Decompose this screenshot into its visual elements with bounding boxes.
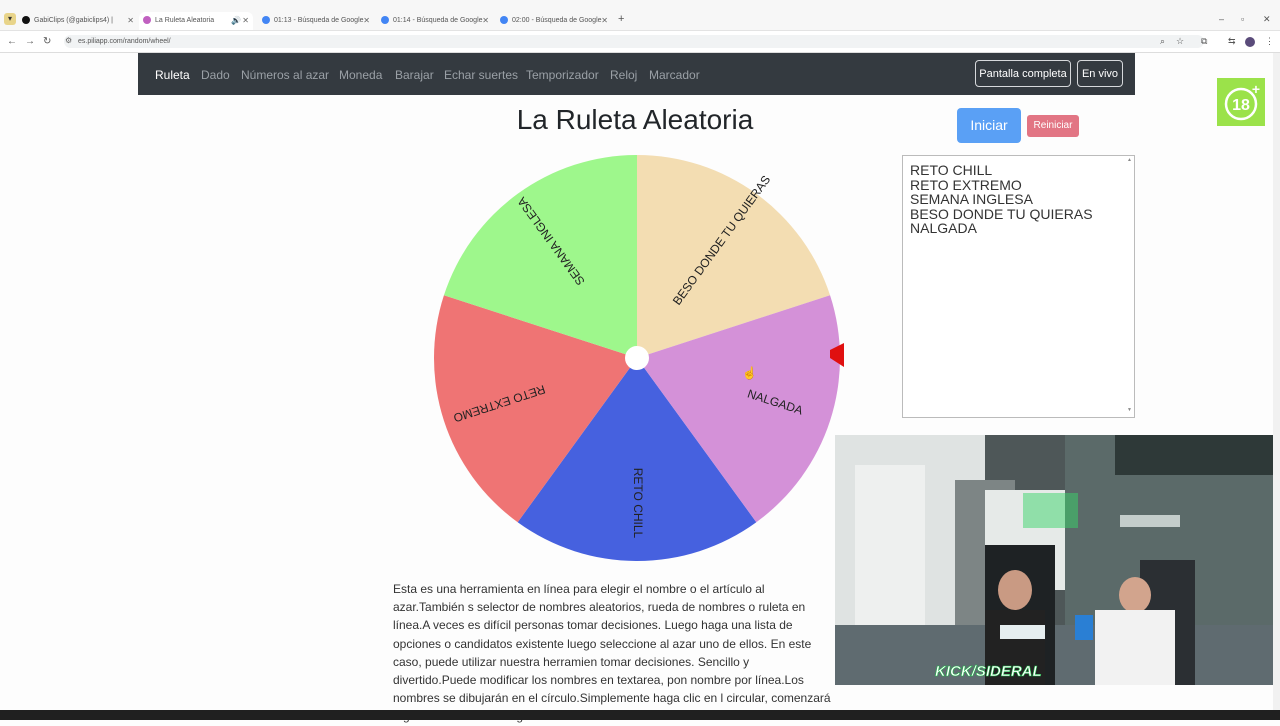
wheel-segment-label: RETO CHILL <box>631 468 645 539</box>
webcam-scene <box>835 435 1280 685</box>
close-icon[interactable]: ✕ <box>482 12 489 29</box>
tab-label: 02:00 - Búsqueda de Google <box>512 17 602 24</box>
nav-barajar[interactable]: Barajar <box>395 68 434 82</box>
tab-ruleta[interactable]: La Ruleta Aleatoria 🔊 ✕ <box>139 12 253 30</box>
svg-text:+: + <box>1252 81 1260 97</box>
close-icon[interactable]: ✕ <box>127 12 134 29</box>
description-text: Esta es una herramienta en línea para el… <box>393 582 831 723</box>
tab-label: 01:14 - Búsqueda de Google <box>393 17 483 24</box>
age-badge: 18 + <box>1217 78 1265 126</box>
nav-marcador[interactable]: Marcador <box>649 68 700 82</box>
nav-reloj[interactable]: Reloj <box>610 68 637 82</box>
taskbar-strip <box>0 710 1280 720</box>
age-18-icon: 18 + <box>1224 81 1260 121</box>
nav-echar-suertes[interactable]: Echar suertes <box>444 68 518 82</box>
age-badge-text: 18 <box>1232 97 1250 114</box>
forward-icon[interactable]: → <box>25 36 35 47</box>
textarea-scroll-down-icon[interactable]: ▼ <box>1127 407 1132 413</box>
options-textarea[interactable]: RETO CHILL RETO EXTREMO SEMANA INGLESA B… <box>902 155 1135 418</box>
wheel[interactable]: RETO CHILLRETO EXTREMOSEMANA INGLESA BESO… <box>430 150 850 570</box>
speaker-icon[interactable]: 🔊 <box>231 12 241 29</box>
close-icon[interactable]: ✕ <box>242 12 249 29</box>
stream-overlay-text: KICK/SIDERAL <box>935 663 1042 681</box>
tab-label: La Ruleta Aleatoria <box>155 17 215 24</box>
tab-label: 01:13 - Búsqueda de Google <box>274 17 364 24</box>
reset-button[interactable]: Reiniciar <box>1027 115 1079 137</box>
tab-google-1[interactable]: 01:13 - Búsqueda de Google ✕ <box>262 12 370 29</box>
profile-avatar[interactable] <box>1245 37 1255 47</box>
textarea-scroll-up-icon[interactable]: ▲ <box>1127 157 1132 163</box>
nav-numeros[interactable]: Números al azar <box>241 68 329 82</box>
url-text: es.piliapp.com/random/wheel/ <box>78 38 171 45</box>
nav-dado[interactable]: Dado <box>201 68 230 82</box>
url-field[interactable]: es.piliapp.com/random/wheel/ <box>64 35 1204 48</box>
bookmark-star-icon[interactable]: ☆ <box>1176 36 1184 47</box>
tab-google-2[interactable]: 01:14 - Búsqueda de Google ✕ <box>381 12 489 29</box>
new-tab-icon[interactable]: + <box>618 13 624 25</box>
nav-ruleta[interactable]: Ruleta <box>155 68 190 82</box>
nav-temporizador[interactable]: Temporizador <box>526 68 599 82</box>
maximize-icon[interactable]: ▫ <box>1241 14 1244 24</box>
close-icon[interactable]: ✕ <box>363 12 370 29</box>
live-button[interactable]: En vivo <box>1077 60 1123 87</box>
back-icon[interactable]: ← <box>7 36 17 47</box>
wheel-center-hub <box>625 346 649 370</box>
tab-tiktok[interactable]: GabiClips (@gabiclips4) | TikTok✕ <box>22 12 134 41</box>
menu-icon[interactable]: ⋮ <box>1265 36 1274 47</box>
tab-search-icon[interactable]: ▾ <box>4 13 16 25</box>
close-icon[interactable]: ✕ <box>601 12 608 29</box>
webcam-video: KICK/SIDERAL <box>835 435 1280 685</box>
fullscreen-button[interactable]: Pantalla completa <box>975 60 1071 87</box>
page-title: La Ruleta Aleatoria <box>516 104 754 135</box>
sidebar-icon[interactable]: ⇆ <box>1228 36 1236 47</box>
reload-icon[interactable]: ↻ <box>43 36 51 47</box>
tab-google-3[interactable]: 02:00 - Búsqueda de Google ✕ <box>500 12 608 29</box>
extensions-icon[interactable]: ⧉ <box>1201 36 1207 47</box>
minimize-icon[interactable]: – <box>1219 14 1224 24</box>
site-info-icon[interactable]: ⚙ <box>65 36 72 45</box>
zoom-icon[interactable]: ⌕ <box>1160 36 1165 47</box>
page-scrollbar[interactable] <box>1273 53 1280 710</box>
mouse-cursor-icon: ☝ <box>742 366 757 380</box>
close-window-icon[interactable]: ✕ <box>1263 14 1271 25</box>
nav-moneda[interactable]: Moneda <box>339 68 382 82</box>
start-button[interactable]: Iniciar <box>957 108 1021 143</box>
